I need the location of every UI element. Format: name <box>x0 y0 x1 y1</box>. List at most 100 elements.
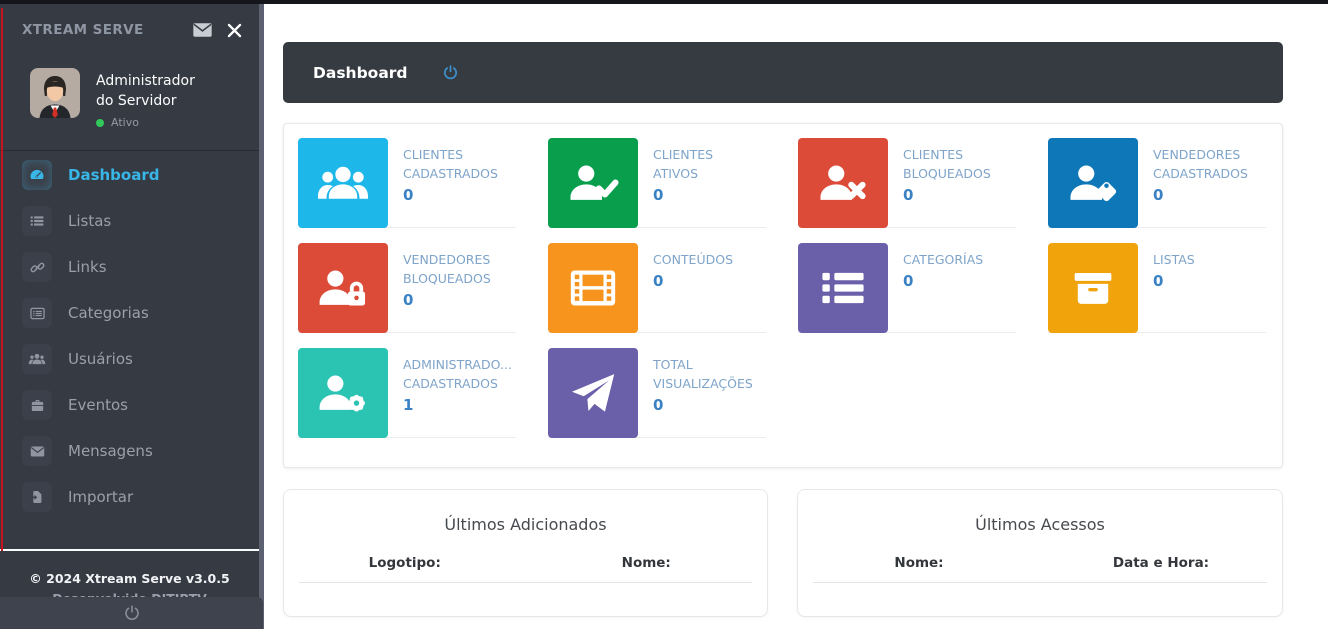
stat-card-clientes-ativos[interactable]: CLIENTES ATIVOS 0 <box>548 138 766 228</box>
user-status: Ativo <box>96 116 216 129</box>
sidebar-item-label: Listas <box>68 212 111 230</box>
sidebar-item-label: Eventos <box>68 396 128 414</box>
gauge-icon <box>22 160 52 190</box>
page-header: Dashboard <box>283 42 1283 103</box>
sidebar-footer-divider <box>0 549 259 551</box>
last-access-panel: Últimos Acessos Nome: Data e Hora: <box>797 489 1283 617</box>
user-info: Administrador do Servidor Ativo <box>96 68 216 129</box>
sidebar-item-categorias[interactable]: Categorias <box>0 298 259 328</box>
stat-value: 0 <box>403 186 510 204</box>
sidebar-item-usuarios[interactable]: Usuários <box>0 344 259 374</box>
user-name: Administrador do Servidor <box>96 71 216 111</box>
column-header-nome: Nome: <box>526 555 768 571</box>
stat-label: CLIENTES CADASTRADOS <box>403 145 510 183</box>
stat-card-clientes-cadastrados[interactable]: CLIENTES CADASTRADOS 0 <box>298 138 516 228</box>
users-icon <box>298 138 388 228</box>
stat-value: 0 <box>1153 186 1260 204</box>
page-title: Dashboard <box>313 64 408 82</box>
stat-value: 0 <box>653 186 760 204</box>
column-header-nome: Nome: <box>798 555 1040 571</box>
table-divider <box>299 582 752 583</box>
stat-card-total-visualizacoes[interactable]: TOTAL VISUALIZAÇÕES 0 <box>548 348 766 438</box>
stats-grid: CLIENTES CADASTRADOS 0 CLIENTES ATIVOS 0 <box>284 124 1282 452</box>
list-alt-icon <box>22 298 52 328</box>
user-check-icon <box>548 138 638 228</box>
sidebar-item-label: Categorias <box>68 304 149 322</box>
user-x-icon <box>798 138 888 228</box>
panel-title: Últimos Adicionados <box>284 490 767 534</box>
refresh-power-icon[interactable] <box>442 64 459 81</box>
last-added-panel: Últimos Adicionados Logotipo: Nome: <box>283 489 768 617</box>
sidebar-scrollbar[interactable] <box>1 8 3 551</box>
stat-card-clientes-bloqueados[interactable]: CLIENTES BLOQUEADOS 0 <box>798 138 1016 228</box>
stats-panel: CLIENTES CADASTRADOS 0 CLIENTES ATIVOS 0 <box>283 123 1283 468</box>
stat-label: CATEGORÍAS <box>903 250 1010 269</box>
sidebar-item-label: Mensagens <box>68 442 153 460</box>
stat-label: ADMINISTRADO... CADASTRADOS <box>403 355 510 393</box>
sidebar-item-label: Links <box>68 258 107 276</box>
avatar <box>30 68 80 118</box>
sidebar-header: XTREAM SERVE <box>22 15 244 45</box>
stat-label: CLIENTES BLOQUEADOS <box>903 145 1010 183</box>
user-lock-icon <box>298 243 388 333</box>
user-gear-icon <box>298 348 388 438</box>
file-import-icon <box>22 482 52 512</box>
sidebar-separator <box>0 150 259 151</box>
sidebar-item-importar[interactable]: Importar <box>0 482 259 512</box>
stat-value: 0 <box>653 272 760 290</box>
stat-label: VENDEDORES BLOQUEADOS <box>403 250 510 288</box>
stat-card-conteudos[interactable]: CONTEÚDOS 0 <box>548 243 766 333</box>
stat-value: 0 <box>653 396 760 414</box>
stat-card-administradores-cadastrados[interactable]: ADMINISTRADO... CADASTRADOS 1 <box>298 348 516 438</box>
sidebar-item-label: Dashboard <box>68 166 159 184</box>
status-label: Ativo <box>111 116 139 129</box>
stat-card-vendedores-cadastrados[interactable]: VENDEDORES CADASTRADOS 0 <box>1048 138 1266 228</box>
sidebar-item-listas[interactable]: Listas <box>0 206 259 236</box>
brand-title: XTREAM SERVE <box>22 22 190 38</box>
user-profile: Administrador do Servidor Ativo <box>30 68 216 129</box>
sidebar-item-dashboard[interactable]: Dashboard <box>0 160 259 190</box>
panel-title: Últimos Acessos <box>798 490 1282 534</box>
power-icon <box>123 604 141 622</box>
sidebar-item-label: Usuários <box>68 350 133 368</box>
stat-value: 0 <box>1153 272 1260 290</box>
stat-value: 0 <box>903 186 1010 204</box>
sidebar-item-mensagens[interactable]: Mensagens <box>0 436 259 466</box>
stat-label: CONTEÚDOS <box>653 250 760 269</box>
stat-value: 1 <box>403 396 510 414</box>
column-header-data-hora: Data e Hora: <box>1040 555 1282 571</box>
envelope-icon <box>22 436 52 466</box>
sidebar-item-label: Importar <box>68 488 133 506</box>
copyright-text: © 2024 Xtream Serve v3.0.5 <box>0 571 259 586</box>
status-dot-icon <box>96 119 104 127</box>
briefcase-icon <box>22 390 52 420</box>
box-icon <box>1048 243 1138 333</box>
sidebar-item-eventos[interactable]: Eventos <box>0 390 259 420</box>
stat-card-vendedores-bloqueados[interactable]: VENDEDORES BLOQUEADOS 0 <box>298 243 516 333</box>
stat-label: LISTAS <box>1153 250 1260 269</box>
stat-label: CLIENTES ATIVOS <box>653 145 760 183</box>
sidebar: XTREAM SERVE Admini <box>0 4 259 629</box>
stat-label: VENDEDORES CADASTRADOS <box>1153 145 1260 183</box>
film-icon <box>548 243 638 333</box>
user-tag-icon <box>1048 138 1138 228</box>
sidebar-item-links[interactable]: Links <box>0 252 259 282</box>
stat-card-categorias[interactable]: CATEGORÍAS 0 <box>798 243 1016 333</box>
list-icon <box>22 206 52 236</box>
stat-value: 0 <box>903 272 1010 290</box>
logout-power-bar[interactable] <box>0 597 263 629</box>
stat-value: 0 <box>403 291 510 309</box>
column-header-logotipo: Logotipo: <box>284 555 526 571</box>
table-divider <box>813 582 1267 583</box>
xtream-serve-dashboard: XTREAM SERVE Admini <box>0 0 1328 629</box>
paper-plane-icon <box>548 348 638 438</box>
stat-card-listas[interactable]: LISTAS 0 <box>1048 243 1266 333</box>
sidebar-edge-strip <box>259 4 264 629</box>
close-icon[interactable] <box>225 21 244 40</box>
stat-label: TOTAL VISUALIZAÇÕES <box>653 355 760 393</box>
link-icon <box>22 252 52 282</box>
sidebar-menu: Dashboard Listas Links Categorias <box>0 160 259 528</box>
list-icon <box>798 243 888 333</box>
envelope-icon[interactable] <box>190 19 215 41</box>
users-icon <box>22 344 52 374</box>
